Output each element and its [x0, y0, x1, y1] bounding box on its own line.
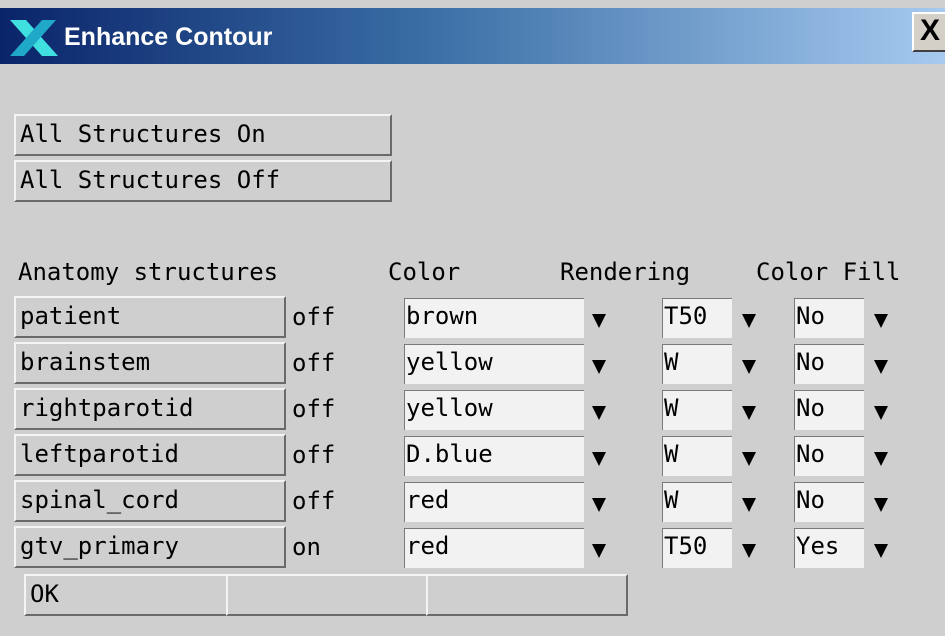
color-select[interactable]: D.blue [404, 436, 584, 476]
structure-toggle-button[interactable]: spinal_cord [14, 480, 286, 522]
triangle-down-icon[interactable] [742, 404, 756, 420]
color-fill-select[interactable]: No [794, 482, 864, 522]
color-fill-select[interactable]: No [794, 344, 864, 384]
triangle-down-icon[interactable] [742, 358, 756, 374]
footer-button-2[interactable] [226, 574, 428, 616]
color-fill-select[interactable]: No [794, 390, 864, 430]
rendering-select[interactable]: T50 [662, 528, 732, 568]
all-structures-off-button[interactable]: All Structures Off [14, 160, 392, 202]
triangle-down-icon[interactable] [874, 542, 888, 558]
triangle-down-icon[interactable] [742, 450, 756, 466]
header-anatomy-structures: Anatomy structures [18, 258, 279, 286]
structure-state: off [292, 395, 336, 423]
header-color-fill: Color Fill [756, 258, 901, 286]
triangle-down-icon[interactable] [592, 542, 606, 558]
structure-toggle-button[interactable]: patient [14, 296, 286, 338]
triangle-down-icon[interactable] [592, 358, 606, 374]
window-title: Enhance Contour [64, 23, 273, 51]
close-button[interactable]: X [912, 12, 945, 52]
structure-state: on [292, 533, 321, 561]
footer-button-3[interactable] [426, 574, 628, 616]
color-select[interactable]: yellow [404, 344, 584, 384]
triangle-down-icon[interactable] [874, 450, 888, 466]
triangle-down-icon[interactable] [874, 404, 888, 420]
structure-state: off [292, 441, 336, 469]
triangle-down-icon[interactable] [592, 404, 606, 420]
structure-state: off [292, 487, 336, 515]
triangle-down-icon[interactable] [874, 358, 888, 374]
triangle-down-icon[interactable] [874, 496, 888, 512]
structure-toggle-button[interactable]: leftparotid [14, 434, 286, 476]
rendering-select[interactable]: W [662, 390, 732, 430]
x-logo-icon [10, 20, 58, 56]
header-rendering: Rendering [560, 258, 691, 286]
color-select[interactable]: red [404, 528, 584, 568]
triangle-down-icon[interactable] [874, 312, 888, 328]
structure-toggle-button[interactable]: brainstem [14, 342, 286, 384]
color-fill-select[interactable]: No [794, 298, 864, 338]
color-select[interactable]: yellow [404, 390, 584, 430]
ok-button[interactable]: OK [24, 574, 228, 616]
triangle-down-icon[interactable] [592, 312, 606, 328]
triangle-down-icon[interactable] [592, 496, 606, 512]
triangle-down-icon[interactable] [742, 496, 756, 512]
color-select[interactable]: brown [404, 298, 584, 338]
structure-toggle-button[interactable]: rightparotid [14, 388, 286, 430]
rendering-select[interactable]: W [662, 344, 732, 384]
rendering-select[interactable]: T50 [662, 298, 732, 338]
structure-state: off [292, 349, 336, 377]
color-fill-select[interactable]: No [794, 436, 864, 476]
structure-state: off [292, 303, 336, 331]
title-bar[interactable]: Enhance Contour [0, 8, 945, 64]
triangle-down-icon[interactable] [742, 542, 756, 558]
rendering-select[interactable]: W [662, 436, 732, 476]
structure-toggle-button[interactable]: gtv_primary [14, 526, 286, 568]
header-color: Color [388, 258, 461, 286]
rendering-select[interactable]: W [662, 482, 732, 522]
triangle-down-icon[interactable] [592, 450, 606, 466]
triangle-down-icon[interactable] [742, 312, 756, 328]
color-fill-select[interactable]: Yes [794, 528, 864, 568]
color-select[interactable]: red [404, 482, 584, 522]
all-structures-on-button[interactable]: All Structures On [14, 114, 392, 156]
